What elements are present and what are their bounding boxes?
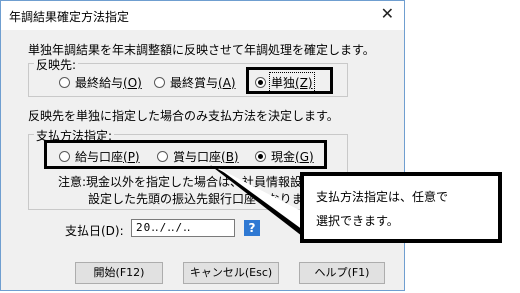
callout-arrow (210, 165, 303, 236)
callout-box: 支払方法指定は、任意で 選択できます。 (300, 172, 502, 243)
callout-text: 支払方法指定は、任意で 選択できます。 (316, 190, 449, 228)
